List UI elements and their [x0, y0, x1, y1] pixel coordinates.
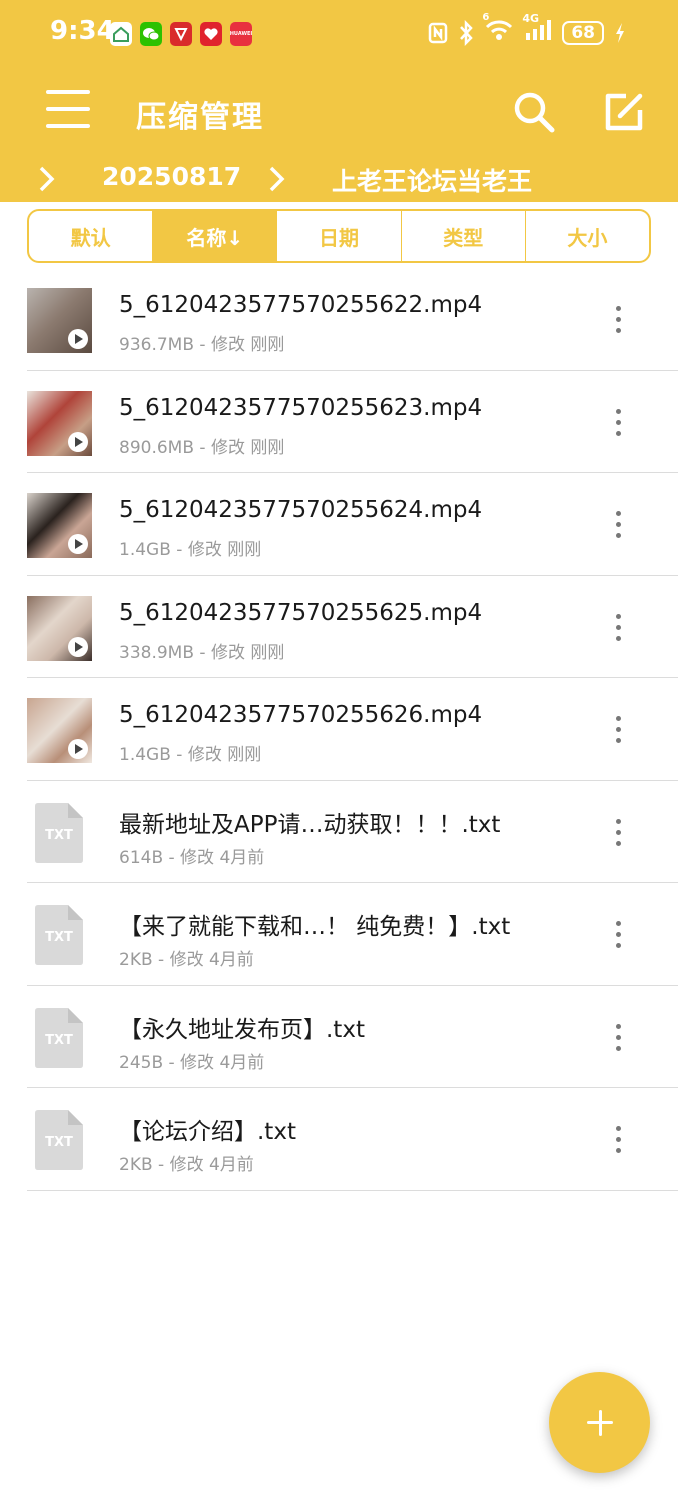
home-app-icon: [110, 22, 132, 46]
file-name: 5_6120423577570255623.mp4: [119, 394, 483, 421]
more-vert-icon[interactable]: [611, 304, 627, 336]
sort-tab-date[interactable]: 日期: [277, 211, 402, 261]
list-item[interactable]: TXT 【来了就能下载和…！ 纯免费！】.txt 2KB - 修改 4月前: [27, 883, 678, 986]
list-item[interactable]: 5_6120423577570255624.mp4 1.4GB - 修改 刚刚: [27, 473, 678, 576]
more-vert-icon[interactable]: [611, 1124, 627, 1156]
chevron-right-icon: [269, 166, 285, 192]
file-name: 5_6120423577570255622.mp4: [119, 292, 483, 318]
sort-tabs: 默认 名称↓ 日期 类型 大小: [27, 209, 651, 263]
more-vert-icon[interactable]: [611, 1022, 627, 1054]
signal-indicator: 4G: [522, 12, 552, 47]
video-thumbnail: [27, 493, 92, 558]
play-icon: [68, 534, 88, 554]
txt-icon-label: TXT: [45, 930, 73, 945]
video-thumbnail: [27, 288, 92, 353]
file-name: 【永久地址发布页】.txt: [119, 1016, 365, 1043]
play-icon: [68, 329, 88, 349]
network-type: 4G: [522, 12, 540, 25]
file-meta: 1.4GB - 修改 刚刚: [119, 540, 262, 560]
txt-file-icon: TXT: [35, 802, 83, 863]
file-name: 最新地址及APP请…动获取！！！.txt: [119, 811, 501, 838]
play-icon: [68, 636, 88, 657]
menu-icon[interactable]: [46, 90, 90, 130]
app-heart-icon: [200, 22, 222, 46]
file-meta: 614B - 修改 4月前: [119, 847, 265, 868]
txt-icon-label: TXT: [45, 828, 73, 843]
file-name: 5_6120423577570255624.mp4: [119, 497, 483, 523]
breadcrumb-item-archive[interactable]: 上老王论坛当老王: [332, 162, 532, 198]
list-item[interactable]: 5_6120423577570255626.mp4 1.4GB - 修改 刚刚: [27, 678, 678, 781]
txt-icon-label: TXT: [45, 1033, 73, 1048]
more-vert-icon[interactable]: [611, 407, 627, 439]
add-button[interactable]: [549, 1372, 650, 1473]
file-meta: 245B - 修改 4月前: [119, 1052, 265, 1073]
list-item[interactable]: 5_6120423577570255625.mp4 338.9MB - 修改 刚…: [27, 576, 678, 678]
wechat-icon: [140, 22, 162, 46]
txt-file-icon: TXT: [35, 905, 83, 965]
sort-tab-default[interactable]: 默认: [29, 211, 154, 261]
battery-level: 68: [562, 20, 604, 45]
more-vert-icon[interactable]: [611, 714, 627, 746]
txt-icon-label: TXT: [45, 1135, 73, 1150]
chevron-right-icon: [39, 166, 55, 192]
huawei-icon: HUAWEI: [230, 22, 252, 46]
file-list: 5_6120423577570255622.mp4 936.7MB - 修改 刚…: [27, 268, 678, 1191]
list-item[interactable]: TXT 【论坛介绍】.txt 2KB - 修改 4月前: [27, 1088, 678, 1191]
sort-tab-size[interactable]: 大小: [526, 211, 649, 261]
file-meta: 2KB - 修改 4月前: [119, 950, 254, 970]
play-icon: [68, 739, 88, 759]
video-thumbnail: [27, 390, 92, 456]
wifi-badge: 6: [482, 12, 490, 23]
edit-icon[interactable]: [600, 88, 648, 136]
file-name: 【论坛介绍】.txt: [119, 1119, 296, 1145]
nfc-icon: [429, 22, 448, 43]
file-meta: 338.9MB - 修改 刚刚: [119, 642, 285, 663]
more-vert-icon[interactable]: [611, 919, 627, 951]
file-meta: 1.4GB - 修改 刚刚: [119, 745, 262, 765]
sort-tab-name[interactable]: 名称↓: [153, 211, 278, 261]
bluetooth-icon: [460, 19, 474, 46]
breadcrumb-item-folder[interactable]: 20250817: [102, 162, 241, 191]
list-item[interactable]: 5_6120423577570255622.mp4 936.7MB - 修改 刚…: [27, 268, 678, 371]
play-icon: [68, 431, 88, 452]
txt-file-icon: TXT: [35, 1110, 83, 1170]
txt-file-icon: TXT: [35, 1007, 83, 1068]
list-item[interactable]: TXT 【永久地址发布页】.txt 245B - 修改 4月前: [27, 986, 678, 1088]
breadcrumb: 20250817 上老王论坛当老王: [0, 156, 678, 202]
wifi-indicator: 6: [482, 12, 514, 47]
status-right: 6 4G 68: [428, 12, 626, 47]
more-vert-icon[interactable]: [611, 612, 627, 644]
video-thumbnail: [27, 595, 92, 661]
search-icon[interactable]: [510, 88, 558, 136]
header: 9:34 HUAWEI 6 4G 68 压缩管理 20250817 上老王论坛当…: [0, 0, 678, 202]
list-item[interactable]: TXT 最新地址及APP请…动获取！！！.txt 614B - 修改 4月前: [27, 781, 678, 883]
page-title: 压缩管理: [136, 100, 264, 135]
file-meta: 2KB - 修改 4月前: [119, 1155, 254, 1175]
file-name: 5_6120423577570255626.mp4: [119, 702, 483, 728]
file-name: 【来了就能下载和…！ 纯免费！】.txt: [119, 914, 511, 940]
status-bar: 9:34 HUAWEI 6 4G 68: [0, 0, 678, 68]
file-meta: 936.7MB - 修改 刚刚: [119, 335, 285, 355]
sort-tab-type[interactable]: 类型: [402, 211, 526, 261]
file-name: 5_6120423577570255625.mp4: [119, 599, 483, 626]
more-vert-icon[interactable]: [611, 817, 627, 849]
app-bar: 压缩管理: [0, 68, 678, 154]
app-red-icon: [170, 22, 192, 46]
list-item[interactable]: 5_6120423577570255623.mp4 890.6MB - 修改 刚…: [27, 371, 678, 473]
video-thumbnail: [27, 698, 92, 763]
more-vert-icon[interactable]: [611, 509, 627, 541]
charging-icon: [616, 22, 624, 43]
status-app-icons: HUAWEI: [110, 22, 252, 46]
file-meta: 890.6MB - 修改 刚刚: [119, 437, 285, 458]
status-time: 9:34: [50, 16, 115, 46]
